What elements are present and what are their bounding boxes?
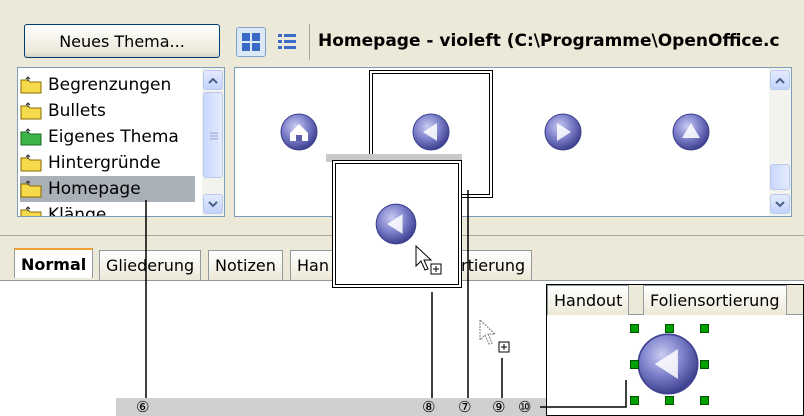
scroll-up-button[interactable] <box>203 70 223 90</box>
tab-normal[interactable]: Normal <box>14 248 94 278</box>
scroll-thumb[interactable] <box>203 92 223 178</box>
tab-foliensortierung[interactable]: Foliensortierung <box>643 285 787 315</box>
tab-handout[interactable]: Handout <box>547 285 630 315</box>
selection-handle[interactable] <box>630 324 639 333</box>
home-button-icon[interactable] <box>279 112 319 152</box>
chevron-up-icon <box>775 77 785 84</box>
list-item-selected[interactable]: Homepage <box>20 176 195 202</box>
tab-label: Normal <box>21 254 87 274</box>
folder-icon <box>20 154 42 172</box>
callout-7: ⑦ <box>458 398 472 416</box>
list-item-label: Klänge <box>48 205 107 217</box>
arrow-up-button-icon[interactable] <box>671 112 711 152</box>
list-item-label: Eigenes Thema <box>48 127 179 147</box>
selection-handle[interactable] <box>700 396 709 405</box>
caption-bar <box>116 398 546 416</box>
selection-handle[interactable] <box>630 396 639 405</box>
folder-icon <box>20 180 42 198</box>
chevron-down-icon <box>775 200 785 207</box>
tab-label: Notizen <box>215 256 276 275</box>
gallery-preview[interactable] <box>234 67 792 217</box>
drag-copy-cursor-icon <box>479 318 510 353</box>
callout-9: ⑨ <box>492 398 506 416</box>
icon-view-button[interactable] <box>236 27 266 57</box>
tab-label: Han <box>297 256 329 275</box>
scroll-up-button[interactable] <box>770 70 790 90</box>
selection-handle[interactable] <box>700 324 709 333</box>
callout-8: ⑧ <box>422 398 436 416</box>
list-item-label: Bullets <box>48 101 106 121</box>
list-item[interactable]: Klänge <box>20 202 195 217</box>
detail-view-button[interactable] <box>272 27 302 57</box>
scroll-down-button[interactable] <box>770 194 790 214</box>
chevron-down-icon <box>208 200 218 207</box>
inset-slide-panel: Handout Foliensortierung <box>546 284 804 416</box>
list-item-label: Hintergründe <box>48 153 161 173</box>
list-item[interactable]: Eigenes Thema <box>20 124 195 150</box>
callout-6: ⑥ <box>136 398 150 416</box>
new-theme-button[interactable]: Neues Thema... <box>24 24 220 58</box>
list-item-label: Homepage <box>48 179 141 199</box>
tab-label: Foliensortierung <box>650 291 780 310</box>
tab-handout[interactable]: Han <box>290 250 336 280</box>
folder-icon <box>20 206 42 216</box>
tab-label: rtierung <box>461 256 526 275</box>
selection-handle[interactable] <box>700 360 709 369</box>
scroll-thumb[interactable] <box>770 164 790 190</box>
tab-foliensortierung[interactable]: rtierung <box>452 250 533 280</box>
selection-handle[interactable] <box>630 360 639 369</box>
scroll-down-button[interactable] <box>203 194 223 214</box>
folder-icon <box>20 102 42 120</box>
theme-title: Homepage - violeft (C:\Programme\OpenOff… <box>318 31 780 51</box>
folder-icon <box>20 128 42 146</box>
selection-handle[interactable] <box>665 324 674 333</box>
folder-icon <box>20 76 42 94</box>
gallery-scrollbar[interactable] <box>769 68 791 216</box>
theme-list[interactable]: Begrenzungen Bullets Eigenes Thema Hinte… <box>17 67 225 217</box>
callout-10: ⑩ <box>518 398 532 416</box>
arrow-left-button-icon <box>375 203 417 245</box>
chevron-up-icon <box>208 77 218 84</box>
toolbar-separator <box>309 24 310 60</box>
list-item[interactable]: Begrenzungen <box>20 72 195 98</box>
tab-label: Handout <box>554 291 623 310</box>
tab-gliederung[interactable]: Gliederung <box>99 250 202 280</box>
drag-preview <box>332 160 462 288</box>
theme-list-scrollbar[interactable] <box>202 68 224 216</box>
arrow-left-button-icon[interactable] <box>635 331 701 397</box>
drag-copy-cursor-icon <box>415 244 442 275</box>
selection-handle[interactable] <box>665 396 674 405</box>
tab-notizen[interactable]: Notizen <box>208 250 283 280</box>
grid-view-icon <box>242 33 260 51</box>
list-item-label: Begrenzungen <box>48 75 172 95</box>
arrow-right-button-icon[interactable] <box>543 112 583 152</box>
arrow-left-button-icon[interactable] <box>411 112 451 152</box>
list-item[interactable]: Bullets <box>20 98 195 124</box>
list-item[interactable]: Hintergründe <box>20 150 195 176</box>
list-view-icon <box>278 34 296 49</box>
tab-label: Gliederung <box>106 256 195 275</box>
grip-icon <box>210 132 218 140</box>
